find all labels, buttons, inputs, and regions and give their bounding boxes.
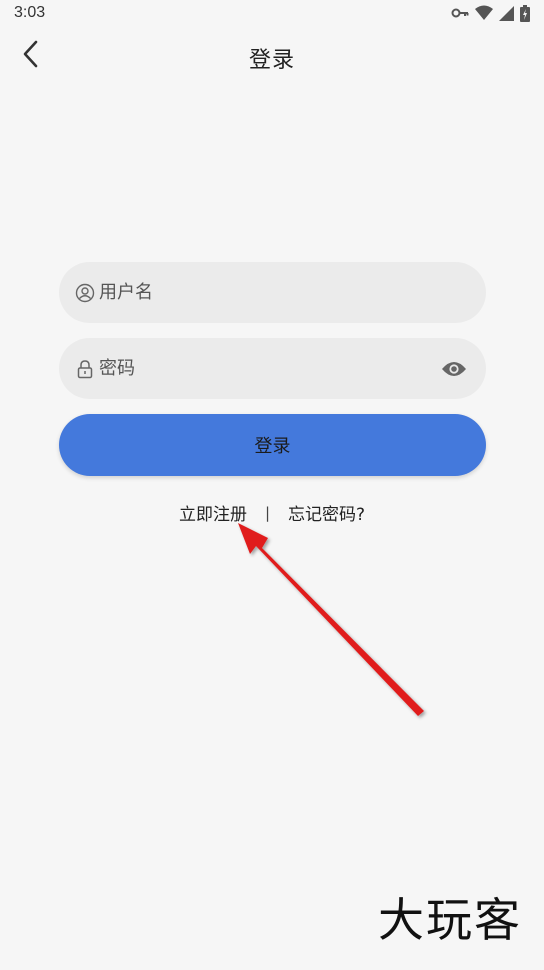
annotation-arrow bbox=[238, 523, 424, 716]
forgot-password-link[interactable]: 忘记密码? bbox=[288, 500, 365, 525]
status-icons bbox=[451, 4, 530, 22]
user-icon bbox=[75, 283, 95, 303]
battery-icon bbox=[520, 4, 530, 22]
page-title: 登录 bbox=[248, 48, 295, 73]
password-field[interactable] bbox=[59, 338, 486, 399]
vpn-key-icon bbox=[451, 7, 469, 19]
watermark-logo: 大玩客 bbox=[378, 893, 522, 947]
password-input[interactable] bbox=[99, 348, 440, 389]
auth-links: 立即注册 | 忘记密码? bbox=[0, 500, 544, 526]
signal-icon bbox=[499, 5, 514, 21]
link-divider: | bbox=[264, 503, 271, 522]
status-time: 3:03 bbox=[14, 4, 46, 21]
login-button[interactable]: 登录 bbox=[59, 414, 486, 476]
wifi-icon bbox=[475, 5, 493, 21]
login-screen: 3:03 登录 用户名 登录 立即注册 | 忘记密码? 大玩客 bbox=[0, 0, 544, 970]
username-input[interactable] bbox=[99, 272, 468, 313]
status-bar: 3:03 bbox=[0, 0, 544, 28]
lock-icon bbox=[75, 359, 95, 379]
register-link[interactable]: 立即注册 bbox=[179, 500, 247, 525]
app-header: 登录 bbox=[0, 28, 544, 84]
username-field[interactable] bbox=[59, 262, 486, 323]
eye-icon[interactable] bbox=[440, 355, 468, 383]
